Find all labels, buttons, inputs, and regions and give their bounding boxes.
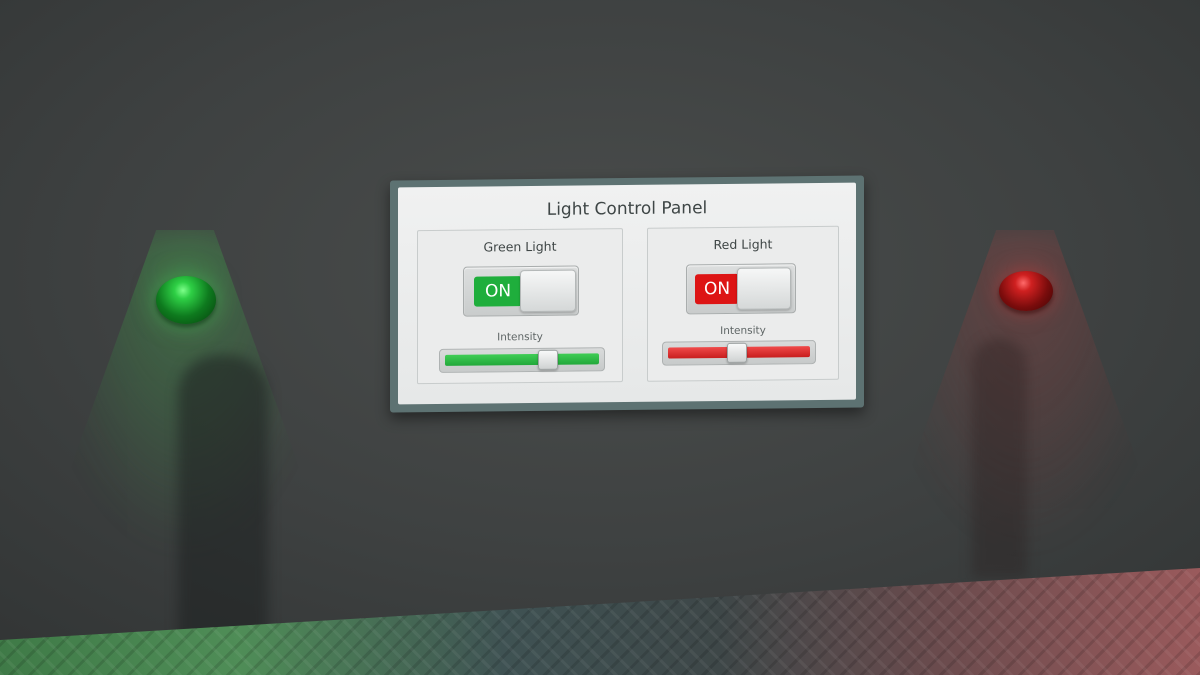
green-light-title: Green Light	[483, 238, 557, 255]
green-toggle-on-label: ON	[474, 276, 522, 307]
green-intensity-label: Intensity	[497, 330, 543, 344]
green-slider-thumb[interactable]	[537, 349, 558, 370]
red-slider-thumb[interactable]	[727, 342, 748, 363]
light-control-panel: Light Control Panel Green Light ON Inten…	[390, 175, 864, 413]
red-light-title: Red Light	[713, 236, 773, 253]
red-intensity-label: Intensity	[720, 324, 766, 338]
panel-face: Light Control Panel Green Light ON Inten…	[398, 182, 856, 405]
green-light-bulb	[156, 276, 216, 324]
red-toggle-knob[interactable]	[737, 267, 791, 310]
green-light-card: Green Light ON Intensity	[417, 228, 623, 385]
red-light-bulb	[999, 271, 1053, 311]
game-scene: Light Control Panel Green Light ON Inten…	[0, 0, 1200, 675]
red-intensity-slider[interactable]	[662, 340, 816, 366]
red-toggle-on-label: ON	[695, 273, 739, 305]
green-toggle-knob[interactable]	[520, 269, 576, 313]
green-beam-shadow	[178, 355, 268, 655]
panel-title: Light Control Panel	[546, 198, 708, 220]
red-beam-shadow	[972, 338, 1027, 578]
green-slider-track[interactable]	[445, 353, 599, 366]
red-light-toggle[interactable]: ON	[686, 263, 796, 315]
green-light-toggle[interactable]: ON	[463, 265, 579, 317]
red-light-card: Red Light ON Intensity	[647, 225, 839, 382]
green-intensity-slider[interactable]	[439, 347, 605, 373]
